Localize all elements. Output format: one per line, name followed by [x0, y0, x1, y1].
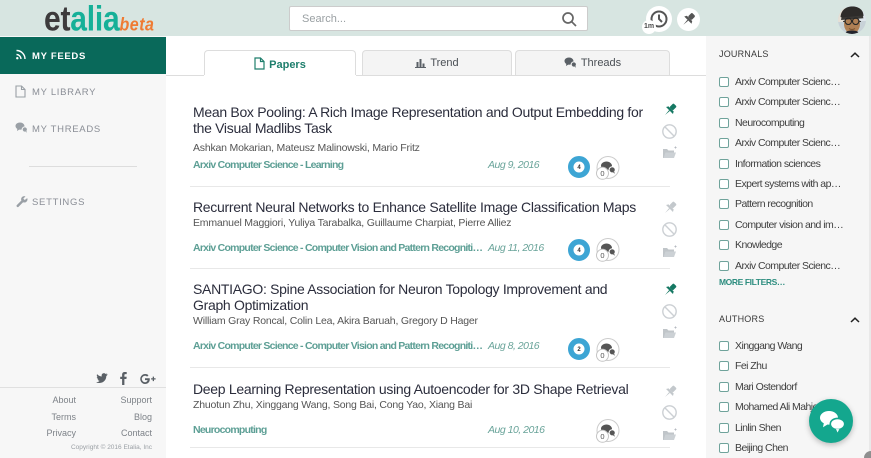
svg-text:0: 0 [600, 351, 604, 360]
svg-text:0: 0 [600, 432, 604, 441]
svg-text:0: 0 [600, 169, 604, 178]
svg-text:0: 0 [600, 251, 604, 260]
